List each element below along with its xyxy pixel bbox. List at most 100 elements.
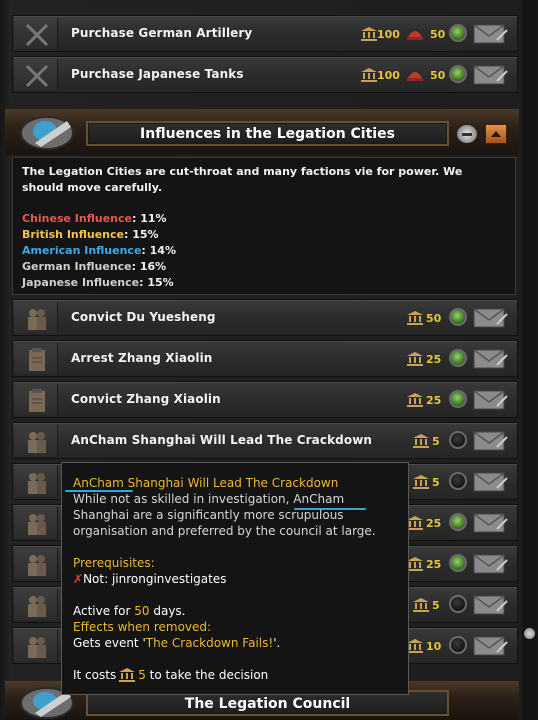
decision-cost: 5	[413, 472, 440, 492]
decision-icon	[15, 18, 58, 49]
unavailable-indicator	[449, 636, 467, 654]
active-duration: Active for 50 days.	[73, 603, 185, 619]
cost-value: 25	[426, 557, 442, 571]
envelope-icon[interactable]	[473, 63, 509, 87]
decision-cost: 25	[407, 554, 441, 574]
influence-item: German Influence: 16%	[22, 260, 167, 273]
cost-value: 10	[426, 639, 442, 653]
envelope-icon[interactable]	[473, 306, 509, 330]
decision-row[interactable]: AnCham Shanghai Will Lead The Crackdown …	[12, 422, 518, 459]
category-seal-icon	[20, 116, 74, 150]
decision-label: Purchase German Artillery	[71, 26, 253, 40]
decision-icon	[15, 59, 58, 90]
decision-cost: 25	[407, 390, 441, 410]
people-icon	[28, 309, 46, 330]
clipboard-icon	[29, 389, 45, 412]
decision-label: Arrest Zhang Xiaolin	[71, 351, 213, 365]
decision-cost: 100 50	[361, 24, 445, 44]
influence-value: 16%	[139, 260, 167, 273]
political-power-icon	[119, 668, 136, 682]
decision-row[interactable]: Convict Du Yuesheng 50	[12, 299, 518, 336]
decision-icon	[15, 507, 58, 538]
influence-name: German Influence	[22, 260, 132, 273]
envelope-icon[interactable]	[473, 429, 509, 453]
decision-row-japanese-tanks[interactable]: Purchase Japanese Tanks 100 50	[12, 56, 518, 93]
scroll-up-button[interactable]	[485, 124, 507, 144]
people-icon	[28, 637, 46, 658]
cost-value: 5	[432, 598, 440, 612]
people-icon	[28, 432, 46, 453]
influence-name: British Influence	[22, 228, 124, 241]
decision-icon	[15, 466, 58, 497]
cross-icon: ✗	[73, 572, 84, 586]
influence-name: American Influence	[22, 244, 142, 257]
manpower-icon	[406, 31, 423, 40]
cost-value: 5	[432, 434, 440, 448]
political-power-icon	[407, 311, 423, 325]
decision-cost: 5	[413, 595, 440, 615]
decision-label: Purchase Japanese Tanks	[71, 67, 244, 81]
envelope-icon[interactable]	[473, 347, 509, 371]
decision-label: Convict Du Yuesheng	[71, 310, 216, 324]
category-header: Influences in the Legation Cities	[5, 109, 519, 155]
decision-row[interactable]: Arrest Zhang Xiaolin 25	[12, 340, 518, 377]
scrollbar[interactable]	[522, 0, 536, 720]
influence-list: Chinese Influence: 11% British Influence…	[22, 211, 176, 291]
category-title: Influences in the Legation Cities	[140, 126, 395, 142]
envelope-icon[interactable]	[473, 511, 509, 535]
decision-row-german-artillery[interactable]: Purchase German Artillery 100 50	[12, 15, 518, 52]
decision-icon	[15, 548, 58, 579]
decision-row[interactable]: Convict Zhang Xiaolin 25	[12, 381, 518, 418]
envelope-icon[interactable]	[473, 552, 509, 576]
unavailable-indicator	[449, 431, 467, 449]
political-power-icon	[361, 27, 377, 41]
influence-item: British Influence: 15%	[22, 228, 159, 241]
influence-item: American Influence: 14%	[22, 244, 176, 257]
envelope-icon[interactable]	[473, 470, 509, 494]
decision-cost: 100 50	[361, 65, 445, 85]
envelope-icon[interactable]	[473, 388, 509, 412]
decisions-panel: Purchase German Artillery 100 50 Purchas…	[0, 0, 538, 720]
cost-value: 25	[426, 352, 442, 366]
political-power-icon	[407, 639, 423, 653]
tooltip-title: AnCham Shanghai Will Lead The Crackdown	[73, 476, 339, 490]
event-name: The Crackdown Fails!	[145, 636, 274, 650]
clipboard-icon	[29, 348, 45, 371]
influence-name: Japanese Influence	[22, 276, 140, 289]
decision-label: Convict Zhang Xiaolin	[71, 392, 221, 406]
manpower-cost: 50	[429, 68, 446, 82]
collapse-button[interactable]	[457, 125, 477, 143]
decision-icon	[15, 589, 58, 620]
crossed-rifles-icon	[25, 23, 49, 47]
political-power-cost: 100	[377, 27, 400, 41]
envelope-icon[interactable]	[473, 593, 509, 617]
decision-icon	[15, 425, 58, 456]
active-prefix: Active for	[73, 604, 135, 618]
influence-name: Chinese Influence	[22, 212, 132, 225]
available-indicator	[449, 24, 467, 42]
decision-icon	[15, 384, 58, 415]
effects-heading: Effects when removed:	[73, 620, 212, 634]
manpower-cost: 50	[429, 27, 446, 41]
people-icon	[28, 473, 46, 494]
event-suffix: '.	[273, 636, 281, 650]
prerequisite-item: ✗Not: jinronginvestigates	[73, 571, 226, 587]
decision-cost: 50	[407, 308, 441, 328]
available-indicator	[449, 390, 467, 408]
effect-item: Gets event 'The Crackdown Fails!'.	[73, 635, 280, 651]
unavailable-indicator	[449, 595, 467, 613]
decision-icon	[15, 302, 58, 333]
political-power-icon	[361, 68, 377, 82]
decision-icon	[15, 343, 58, 374]
envelope-icon[interactable]	[473, 634, 509, 658]
category-description: The Legation Cities are cut-throat and m…	[12, 157, 516, 295]
envelope-icon[interactable]	[473, 22, 509, 46]
cost-suffix: to take the decision	[145, 668, 269, 682]
people-icon	[28, 596, 46, 617]
influence-value: 11%	[140, 212, 167, 225]
influence-item: Chinese Influence: 11%	[22, 212, 167, 225]
decision-cost: 10	[407, 636, 441, 656]
cost-value: 5	[138, 668, 146, 682]
decision-cost: 25	[407, 349, 441, 369]
scrollbar-thumb[interactable]	[524, 628, 535, 639]
